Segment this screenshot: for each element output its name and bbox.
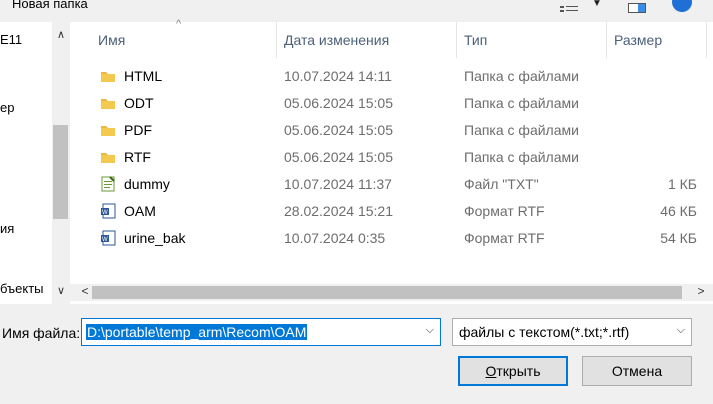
- chevron-down-icon[interactable]: ⌵: [426, 324, 434, 337]
- folder-icon: [100, 68, 116, 84]
- new-folder-button[interactable]: Новая папка: [12, 0, 88, 11]
- file-row[interactable]: PDF 05.06.2024 15:05 Папка с файлами: [70, 117, 713, 144]
- file-type: Папка с файлами: [464, 149, 579, 165]
- nav-item[interactable]: ер: [0, 100, 14, 115]
- toolbar: [0, 0, 713, 14]
- file-type-value: файлы с текстом(*.txt;*.rtf): [459, 324, 630, 340]
- filename-input[interactable]: D:\portable\temp_arm\Recom\OAM ⌵: [81, 318, 441, 346]
- file-row[interactable]: RTF 05.06.2024 15:05 Папка с файлами: [70, 144, 713, 171]
- open-button-label: Открыть: [485, 363, 541, 379]
- word-doc-icon: W: [100, 203, 116, 219]
- file-type: Папка с файлами: [464, 95, 579, 111]
- nav-item[interactable]: бъекты: [0, 281, 44, 296]
- folder-icon: [100, 149, 116, 165]
- nav-scrollbar-thumb[interactable]: [53, 125, 68, 219]
- file-row[interactable]: HTML 10.07.2024 14:11 Папка с файлами: [70, 63, 713, 90]
- file-date: 05.06.2024 15:05: [284, 95, 393, 111]
- chevron-down-icon[interactable]: ▼: [592, 0, 602, 9]
- preview-pane-icon[interactable]: [628, 0, 646, 13]
- file-date: 28.02.2024 15:21: [284, 203, 393, 219]
- column-header-name[interactable]: Имя: [98, 32, 125, 48]
- view-options-icon[interactable]: [560, 0, 578, 12]
- file-name: PDF: [124, 122, 152, 138]
- file-date: 10.07.2024 11:37: [284, 176, 392, 192]
- folder-icon: [100, 95, 116, 111]
- file-type: Формат RTF: [464, 230, 545, 246]
- file-date: 10.07.2024 14:11: [284, 68, 392, 84]
- file-size: 1 КБ: [667, 176, 697, 192]
- nav-item[interactable]: E11: [0, 32, 22, 47]
- column-header-size[interactable]: Размер: [614, 32, 662, 48]
- text-file-icon: [100, 176, 116, 192]
- scroll-down-icon[interactable]: ∨: [52, 284, 70, 297]
- folder-icon: [100, 122, 116, 138]
- file-type: Папка с файлами: [464, 68, 579, 84]
- sort-ascending-icon: ^: [176, 18, 182, 30]
- column-divider[interactable]: [276, 22, 277, 58]
- file-type: Папка с файлами: [464, 122, 579, 138]
- file-date: 05.06.2024 15:05: [284, 122, 393, 138]
- file-size: 46 КБ: [660, 203, 697, 219]
- scroll-right-icon[interactable]: >: [694, 284, 708, 298]
- file-date: 05.06.2024 15:05: [284, 149, 393, 165]
- file-type: Формат RTF: [464, 203, 545, 219]
- file-row[interactable]: Wurine_bak 10.07.2024 0:35 Формат RTF 54 КБ: [70, 225, 713, 252]
- scroll-up-icon[interactable]: ∧: [52, 28, 70, 41]
- nav-item[interactable]: ия: [0, 221, 14, 236]
- column-header-date[interactable]: Дата изменения: [284, 32, 389, 48]
- chevron-down-icon[interactable]: ⌵: [677, 324, 685, 337]
- filename-label: Имя файла:: [2, 325, 81, 341]
- file-name: RTF: [124, 149, 151, 165]
- file-name: HTML: [124, 68, 163, 84]
- scroll-left-icon[interactable]: <: [78, 284, 92, 298]
- svg-text:W: W: [102, 210, 108, 216]
- file-row[interactable]: W OAM 28.02.2024 15:21 Формат RTF 46 КБ: [70, 198, 713, 225]
- file-name: urine_bak: [124, 230, 186, 246]
- filename-value[interactable]: D:\portable\temp_arm\Recom\OAM: [86, 324, 308, 340]
- file-name: ODT: [124, 95, 154, 111]
- navigation-pane[interactable]: [0, 22, 52, 304]
- svg-text:W: W: [102, 237, 108, 243]
- open-button[interactable]: Открыть: [458, 356, 568, 386]
- word-doc-icon: W: [100, 230, 116, 246]
- column-divider[interactable]: [706, 22, 707, 58]
- file-type: Файл "TXT": [464, 176, 539, 192]
- file-name: dummy: [124, 176, 170, 192]
- file-date: 10.07.2024 0:35: [284, 230, 386, 246]
- file-row[interactable]: ODT 05.06.2024 15:05 Папка с файлами: [70, 90, 713, 117]
- file-type-select[interactable]: файлы с текстом(*.txt;*.rtf) ⌵: [452, 318, 692, 346]
- column-header-type[interactable]: Тип: [464, 32, 487, 48]
- file-row[interactable]: dummy 10.07.2024 11:37 Файл "TXT" 1 КБ: [70, 171, 713, 198]
- file-size: 54 КБ: [660, 230, 697, 246]
- column-divider[interactable]: [606, 22, 607, 58]
- file-name: OAM: [124, 203, 156, 219]
- column-divider[interactable]: [456, 22, 457, 58]
- cancel-button[interactable]: Отмена: [582, 356, 692, 386]
- horizontal-scrollbar-thumb[interactable]: [92, 286, 682, 299]
